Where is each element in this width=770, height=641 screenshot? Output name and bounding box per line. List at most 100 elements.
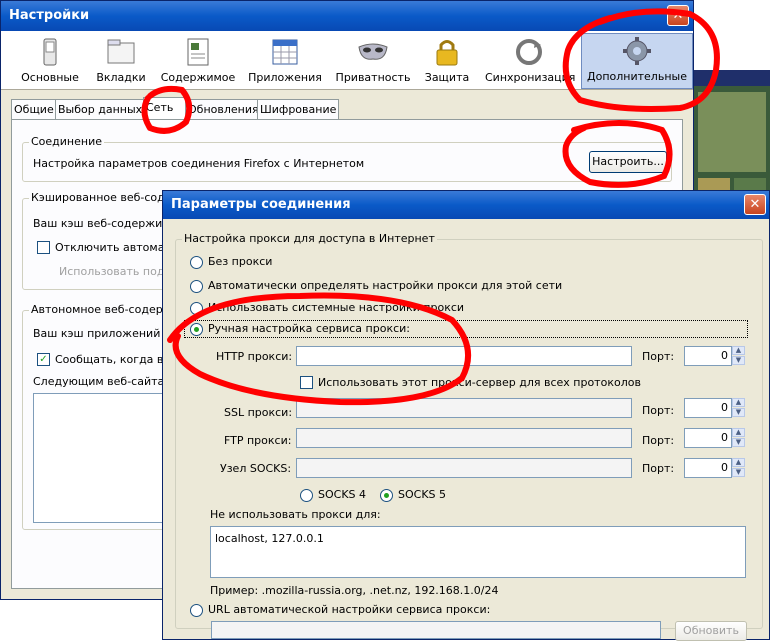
socks-port-stepper[interactable]: ▲ ▼ — [732, 458, 745, 478]
radio-auto-config-url[interactable] — [190, 604, 203, 617]
socks-host-input[interactable] — [296, 458, 632, 478]
toolbar-item-advanced[interactable]: Дополнительные — [581, 33, 693, 89]
settings-titlebar[interactable]: Настройки ✕ — [1, 1, 693, 31]
spin-down-icon[interactable]: ▼ — [732, 408, 745, 417]
no-proxy-label: Не использовать прокси для: — [210, 508, 381, 521]
toolbar-item-content[interactable]: Содержимое — [159, 35, 237, 87]
radio-socks4[interactable] — [300, 489, 313, 502]
ssl-proxy-input[interactable] — [296, 398, 632, 418]
tab-data-choices[interactable]: Выбор данных — [55, 99, 145, 119]
dialog-title: Параметры соединения — [171, 197, 351, 212]
reload-button[interactable]: Обновить — [675, 621, 747, 641]
cache-group-title: Кэшированное веб-содер — [29, 191, 181, 204]
proxy-group: Настройка прокси для доступа в Интернет … — [175, 232, 763, 629]
no-proxy-textarea[interactable]: localhost, 127.0.0.1 — [210, 526, 746, 578]
offline-group-title: Автономное веб-содерж — [29, 303, 175, 316]
thumbnail — [694, 70, 770, 86]
cache-description: Ваш кэш веб-содержимо — [33, 217, 178, 230]
dialog-close-button[interactable]: ✕ — [744, 194, 766, 215]
auto-config-url-input[interactable] — [211, 621, 661, 639]
all-protocols-checkbox[interactable] — [300, 376, 313, 389]
settings-toolbar: Основные Вкладки Содержимое Приложения П… — [1, 31, 693, 90]
toolbar-item-tabs[interactable]: Вкладки — [91, 35, 151, 87]
thumbnail — [698, 92, 766, 172]
ftp-port-label: Порт: — [642, 434, 675, 447]
window-title: Настройки — [9, 8, 90, 23]
radio-system-proxy[interactable] — [190, 302, 203, 315]
toolbar-label: Синхронизация — [485, 71, 576, 84]
sync-icon — [513, 37, 545, 67]
ftp-proxy-label: FTP прокси: — [224, 434, 292, 447]
radio-manual-proxy[interactable] — [190, 323, 203, 336]
socks-port-input[interactable]: 0 — [684, 458, 732, 478]
folder-icon — [105, 37, 137, 67]
offline-sites-label: Следующим веб-сайтам — [33, 375, 173, 388]
toolbar-label: Содержимое — [160, 71, 236, 84]
radio-system-proxy-label: Использовать системные настройки прокси — [208, 301, 465, 314]
spin-up-icon[interactable]: ▲ — [732, 428, 745, 437]
toolbar-item-sync[interactable]: Синхронизация — [485, 35, 576, 87]
connection-description: Настройка параметров соединения Firefox … — [33, 157, 365, 170]
mask-icon — [357, 37, 389, 67]
toolbar-label: Защита — [424, 71, 470, 84]
notify-offline-checkbox[interactable]: ✓ — [37, 353, 50, 366]
http-port-input[interactable]: 0 — [684, 346, 732, 366]
radio-no-proxy-label: Без прокси — [208, 255, 273, 268]
offline-description: Ваш кэш приложений се — [33, 327, 177, 340]
toolbar-label: Приложения — [248, 71, 322, 84]
dialog-titlebar[interactable]: Параметры соединения ✕ — [163, 191, 769, 219]
radio-manual-proxy-label: Ручная настройка сервиса прокси: — [208, 322, 410, 335]
toolbar-item-applications[interactable]: Приложения — [247, 35, 323, 87]
spin-down-icon[interactable]: ▼ — [732, 356, 745, 365]
proxy-group-title: Настройка прокси для доступа в Интернет — [182, 232, 437, 245]
tab-updates[interactable]: Обновления — [185, 99, 259, 119]
connection-settings-dialog: Параметры соединения ✕ Настройка прокси … — [162, 190, 770, 641]
toolbar-label: Дополнительные — [587, 70, 687, 83]
all-protocols-label: Использовать этот прокси-сервер для всех… — [318, 376, 641, 389]
ftp-port-stepper[interactable]: ▲ ▼ — [732, 428, 745, 448]
spin-up-icon[interactable]: ▲ — [732, 346, 745, 355]
radio-auto-detect-label: Автоматически определять настройки прокс… — [208, 279, 563, 292]
disable-auto-cache-label: Отключить автомат — [55, 241, 171, 254]
spin-down-icon[interactable]: ▼ — [732, 468, 745, 477]
ssl-port-label: Порт: — [642, 404, 675, 417]
no-proxy-example: Пример: .mozilla-russia.org, .net.nz, 19… — [210, 584, 499, 597]
connection-group: Соединение Настройка параметров соединен… — [22, 135, 672, 182]
radio-no-proxy[interactable] — [190, 256, 203, 269]
http-port-label: Порт: — [642, 350, 675, 363]
document-icon — [182, 37, 214, 67]
http-port-stepper[interactable]: ▲ ▼ — [732, 346, 745, 366]
tab-encryption[interactable]: Шифрование — [257, 99, 339, 119]
socks-host-label: Узел SOCKS: — [220, 462, 292, 475]
toolbar-label: Основные — [21, 71, 79, 84]
socks-port-label: Порт: — [642, 462, 675, 475]
connection-group-title: Соединение — [29, 135, 105, 148]
close-button[interactable]: ✕ — [667, 5, 689, 26]
ssl-port-input[interactable]: 0 — [684, 398, 732, 418]
notify-offline-label: Сообщать, когда ве — [55, 353, 171, 366]
tab-general[interactable]: Общие — [11, 99, 57, 119]
toolbar-item-general[interactable]: Основные — [17, 35, 83, 87]
ftp-proxy-input[interactable] — [296, 428, 632, 448]
toolbar-item-security[interactable]: Защита — [421, 35, 473, 87]
toolbar-label: Вкладки — [96, 71, 146, 84]
ssl-proxy-label: SSL прокси: — [224, 406, 293, 419]
radio-socks4-label: SOCKS 4 — [318, 488, 367, 501]
toolbar-label: Приватность — [335, 71, 411, 84]
radio-socks5-label: SOCKS 5 — [398, 488, 447, 501]
toolbar-item-privacy[interactable]: Приватность — [333, 35, 413, 87]
http-proxy-input[interactable] — [296, 346, 632, 366]
spin-up-icon[interactable]: ▲ — [732, 398, 745, 407]
radio-auto-config-url-label: URL автоматической настройки сервиса про… — [208, 603, 491, 616]
radio-auto-detect[interactable] — [190, 280, 203, 293]
ftp-port-input[interactable]: 0 — [684, 428, 732, 448]
tab-network[interactable]: Сеть — [143, 97, 187, 120]
configure-connection-button[interactable]: Настроить... — [589, 151, 667, 173]
cache-size-label: Использовать под к — [59, 265, 175, 278]
radio-socks5[interactable] — [380, 489, 393, 502]
ssl-port-stepper[interactable]: ▲ ▼ — [732, 398, 745, 418]
spin-up-icon[interactable]: ▲ — [732, 458, 745, 467]
http-proxy-label: HTTP прокси: — [216, 350, 293, 363]
spin-down-icon[interactable]: ▼ — [732, 438, 745, 447]
disable-auto-cache-checkbox[interactable] — [37, 241, 50, 254]
